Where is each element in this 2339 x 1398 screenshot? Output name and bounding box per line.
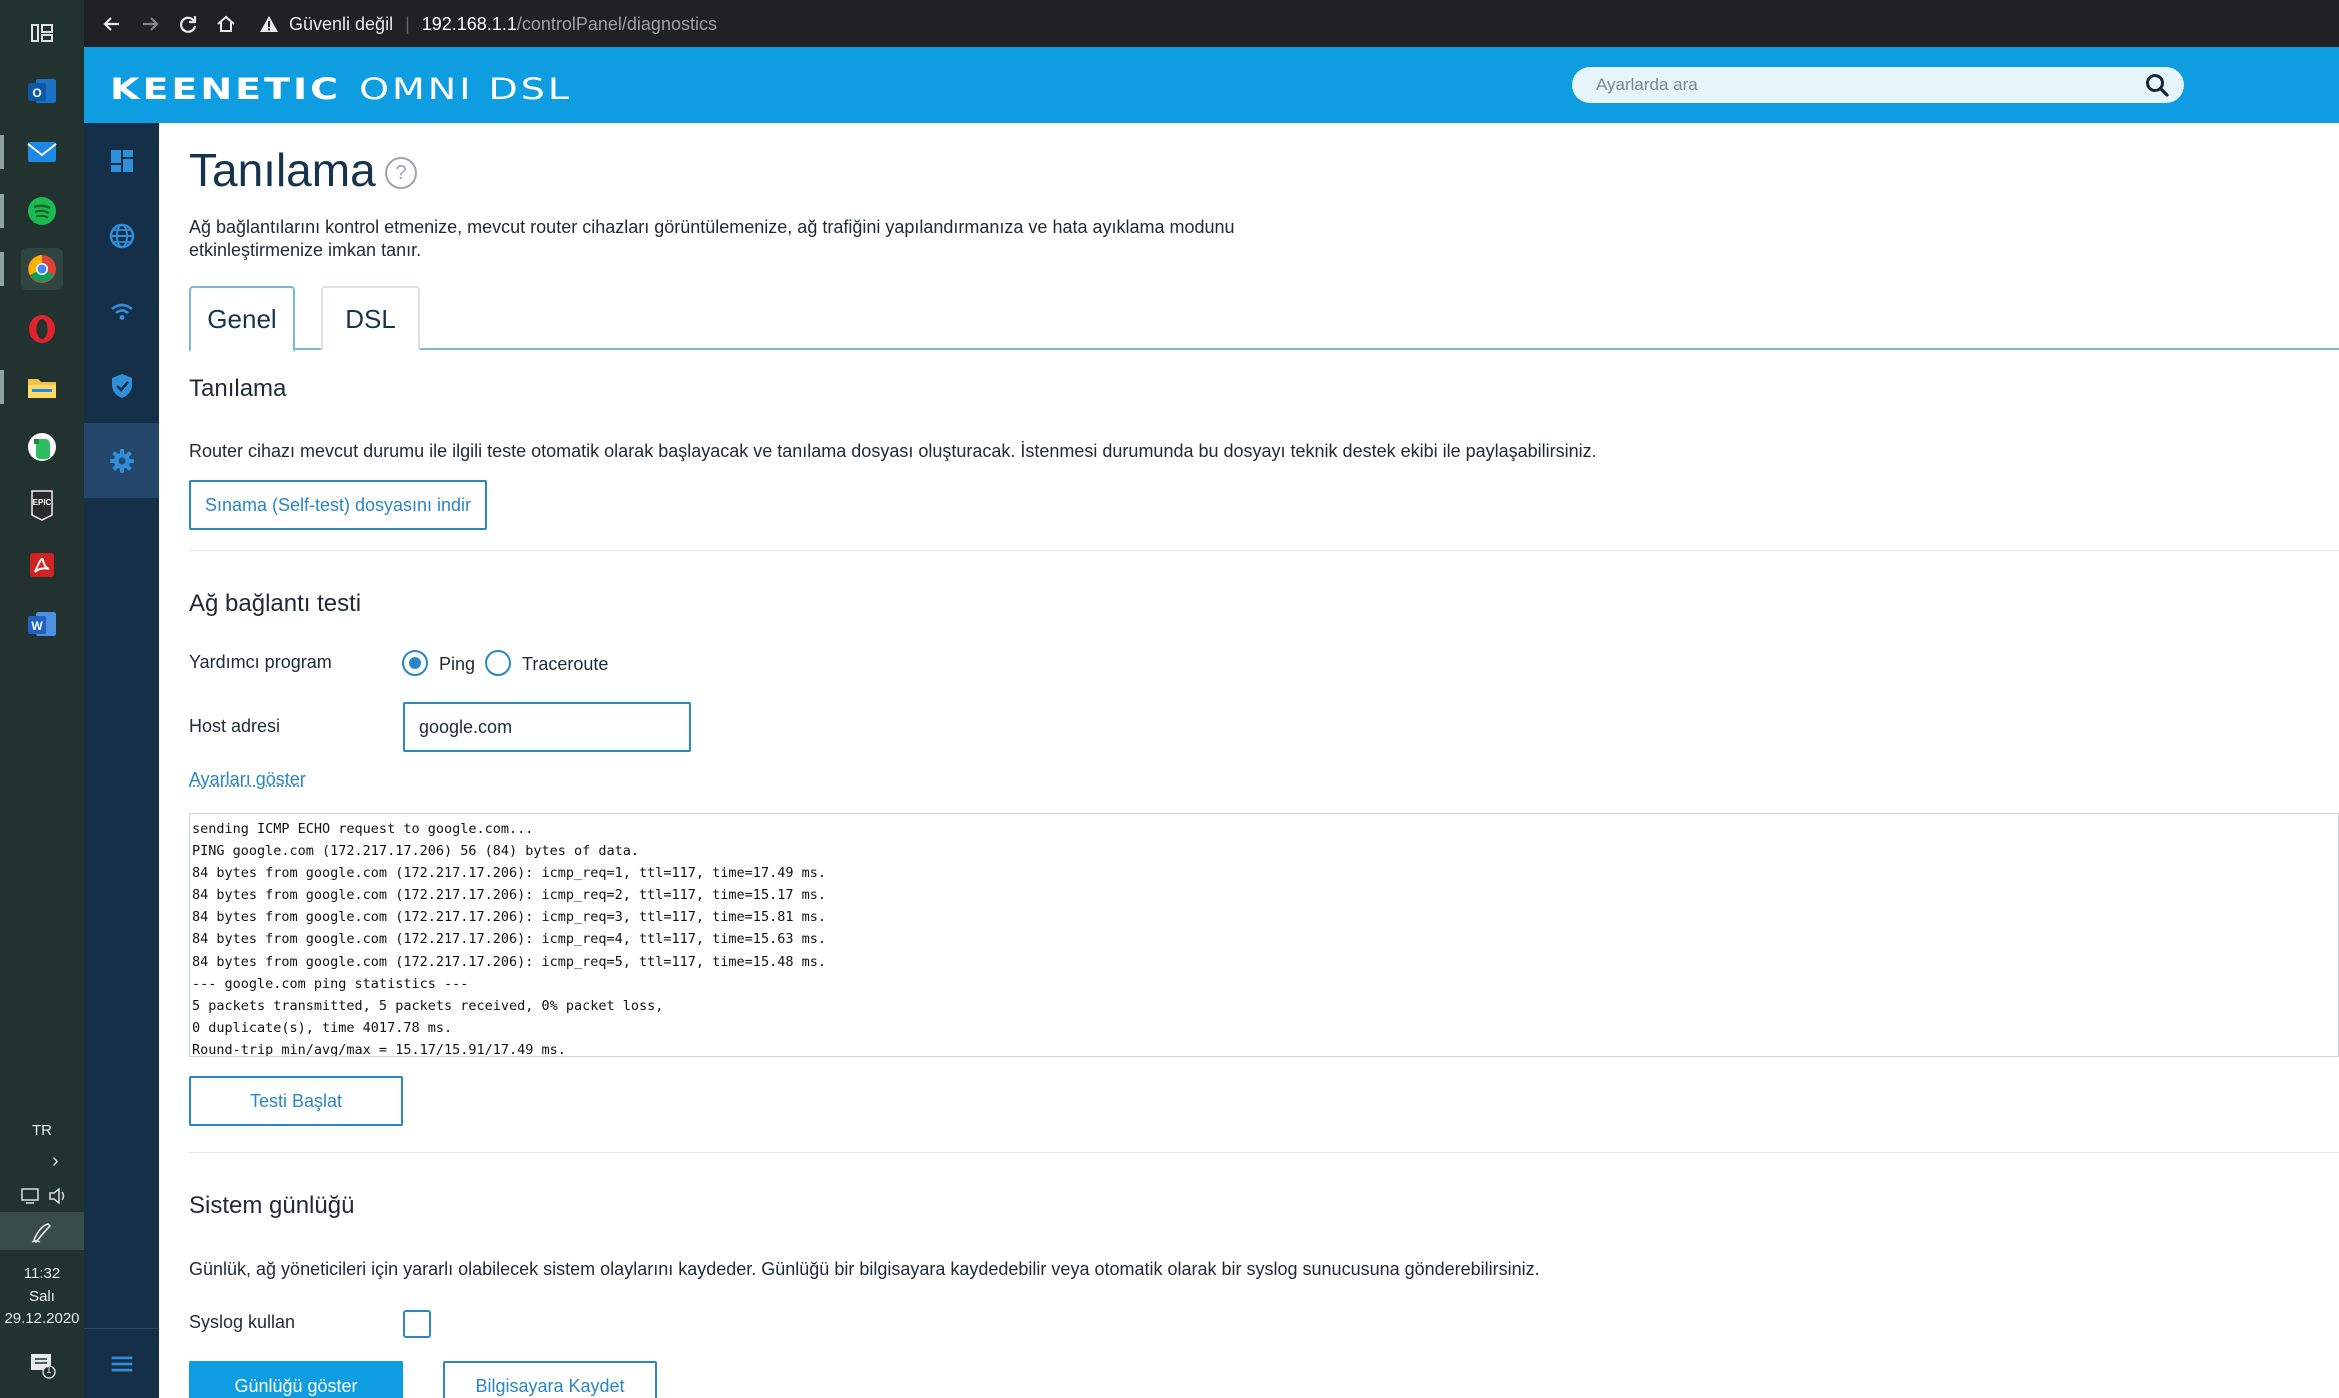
forward-button[interactable]	[134, 8, 166, 40]
syslog-section-title: Sistem günlüğü	[189, 1192, 355, 1219]
evernote-icon[interactable]	[21, 426, 63, 468]
ping-radio-label[interactable]: Ping	[439, 654, 475, 675]
save-to-computer-button[interactable]: Bilgisayara Kaydet	[443, 1361, 657, 1398]
brand-name: KEENETIC	[110, 71, 342, 107]
host-address-label: Host adresi	[189, 716, 281, 736]
windows-taskbar: O EPIC W TR › 11:32 Salı 29.12.2020 1	[0, 0, 84, 1398]
console-line: sending ICMP ECHO request to google.com.…	[192, 821, 534, 837]
notification-center-icon[interactable]: 1	[28, 1350, 58, 1380]
internet-globe-icon	[109, 223, 134, 248]
show-log-button[interactable]: Günlüğü göster	[189, 1361, 403, 1398]
back-arrow-icon	[103, 17, 119, 31]
console-line: 0 duplicate(s), time 4017.78 ms.	[192, 1019, 453, 1036]
outlook-icon[interactable]: O	[21, 70, 63, 112]
console-line: 84 bytes from google.com (172.217.17.206…	[192, 865, 826, 882]
url-path[interactable]: /controlPanel/diagnostics	[517, 14, 717, 35]
clock-time[interactable]: 11:32	[0, 1265, 84, 1282]
console-line: Round-trip min/avg/max = 15.17/15.91/17.…	[192, 1041, 566, 1057]
diagnostics-description: Router cihazı mevcut durumu ile ilgili t…	[189, 441, 1597, 461]
mail-icon[interactable]	[0, 131, 63, 173]
console-line: 84 bytes from google.com (172.217.17.206…	[192, 909, 826, 926]
epic-games-icon[interactable]: EPIC	[21, 484, 63, 526]
console-line: --- google.com ping statistics ---	[192, 975, 469, 992]
test-output-console[interactable]: sending ICMP ECHO request to google.com.…	[189, 813, 2339, 1057]
sidebar-item-security[interactable]	[84, 348, 159, 423]
forward-arrow-icon	[143, 17, 159, 31]
console-line: 84 bytes from google.com (172.217.17.206…	[192, 887, 826, 904]
search-input[interactable]	[1572, 67, 2112, 103]
host-address-input[interactable]	[403, 702, 691, 752]
dashboard-icon	[110, 149, 133, 172]
start-test-button[interactable]: Testi Başlat	[189, 1076, 403, 1126]
main-content: Tanılama ? Ağ bağlantılarını kontrol etm…	[159, 123, 2339, 1398]
home-icon	[217, 15, 235, 32]
svg-text:EPIC: EPIC	[33, 498, 52, 507]
url-host[interactable]: 192.168.1.1	[422, 14, 517, 35]
spotify-icon[interactable]	[0, 190, 63, 232]
app-header: KEENETIC OMNI DSL	[84, 47, 2339, 123]
language-indicator[interactable]: TR	[0, 1122, 84, 1139]
sidebar-item-wifi[interactable]	[84, 273, 159, 348]
hamburger-menu-icon	[111, 1356, 132, 1371]
tab-bar: Genel DSL	[189, 286, 2339, 352]
show-settings-link[interactable]: Ayarları göster	[189, 769, 306, 790]
pen-workspace-icon[interactable]	[0, 1212, 84, 1250]
brand-logo[interactable]: KEENETIC OMNI DSL	[110, 72, 572, 106]
wifi-icon	[110, 303, 133, 320]
settings-search	[1572, 67, 2184, 103]
sidebar-item-internet[interactable]	[84, 198, 159, 273]
sidebar-item-settings[interactable]	[84, 423, 159, 498]
console-line: 5 packets transmitted, 5 packets receive…	[192, 997, 664, 1014]
reload-icon	[180, 16, 197, 33]
download-self-test-button[interactable]: Sınama (Self-test) dosyasını indir	[189, 480, 487, 530]
svg-text:W: W	[31, 619, 43, 633]
not-secure-warning-icon[interactable]	[259, 14, 279, 34]
network-test-section-title: Ağ bağlantı testi	[189, 590, 362, 617]
network-volume-tray-icon[interactable]	[20, 1186, 70, 1206]
opera-icon[interactable]	[21, 308, 63, 350]
syslog-use-checkbox[interactable]	[403, 1310, 431, 1338]
ping-radio[interactable]	[402, 650, 428, 676]
word-icon[interactable]: W	[21, 603, 63, 645]
address-separator: |	[405, 13, 410, 34]
syslog-description: Günlük, ağ yöneticileri için yararlı ola…	[189, 1259, 1540, 1279]
console-line: PING google.com (172.217.17.206) 56 (84)…	[192, 843, 640, 860]
task-view-icon[interactable]	[21, 12, 63, 54]
traceroute-radio[interactable]	[485, 650, 511, 676]
browser-toolbar: Güvenli değil | 192.168.1.1/controlPanel…	[84, 0, 2339, 47]
home-button[interactable]	[210, 8, 242, 40]
utility-program-label: Yardımcı program	[189, 652, 332, 672]
help-icon[interactable]: ?	[385, 157, 417, 189]
traceroute-radio-label[interactable]: Traceroute	[522, 654, 608, 675]
address-bar[interactable]: Güvenli değil | 192.168.1.1/controlPanel…	[259, 5, 717, 43]
shield-icon	[111, 373, 132, 398]
section-divider	[189, 550, 2339, 551]
page-title: Tanılama	[189, 144, 376, 196]
tab-general[interactable]: Genel	[189, 286, 295, 352]
console-line: 84 bytes from google.com (172.217.17.206…	[192, 953, 826, 970]
show-hidden-icons-chevron-icon[interactable]: ›	[52, 1150, 59, 1173]
syslog-use-label: Syslog kullan	[189, 1312, 296, 1332]
device-model: OMNI DSL	[359, 71, 573, 107]
sidebar-menu-toggle[interactable]	[84, 1328, 159, 1398]
gear-icon	[109, 448, 134, 473]
section-divider	[189, 1152, 2339, 1153]
search-icon[interactable]	[2144, 72, 2170, 98]
sidebar-item-dashboard[interactable]	[84, 123, 159, 198]
chrome-icon[interactable]	[0, 248, 63, 290]
reload-button[interactable]	[172, 8, 204, 40]
acrobat-icon[interactable]	[21, 544, 63, 586]
security-label[interactable]: Güvenli değil	[289, 14, 393, 35]
page-description: Ağ bağlantılarını kontrol etmenize, mevc…	[189, 217, 1235, 260]
svg-text:O: O	[32, 86, 41, 100]
clock-date[interactable]: 29.12.2020	[0, 1310, 84, 1327]
console-line: 84 bytes from google.com (172.217.17.206…	[192, 931, 826, 948]
file-explorer-icon[interactable]	[0, 366, 63, 408]
back-button[interactable]	[96, 8, 128, 40]
notification-count-badge: 1	[46, 1365, 52, 1376]
sidebar-nav	[84, 123, 159, 1398]
diagnostics-section-title: Tanılama	[189, 375, 287, 402]
clock-day[interactable]: Salı	[0, 1288, 84, 1305]
tab-dsl[interactable]: DSL	[321, 286, 420, 350]
